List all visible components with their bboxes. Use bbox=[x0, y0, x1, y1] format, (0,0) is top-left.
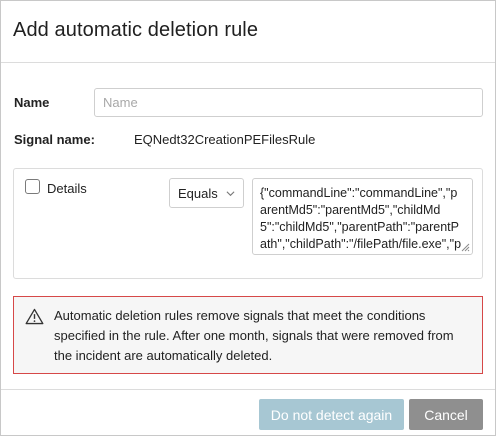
condition-box: Details Equals {"commandLine":"commandLi… bbox=[13, 168, 483, 279]
name-label: Name bbox=[14, 95, 50, 110]
details-checkbox[interactable] bbox=[25, 179, 40, 194]
operator-value: Equals bbox=[178, 185, 218, 201]
condition-value-textarea[interactable]: {"commandLine":"commandLine","parentMd5"… bbox=[252, 178, 473, 255]
chevron-down-icon bbox=[226, 191, 235, 197]
resize-grip-icon[interactable] bbox=[460, 242, 470, 252]
do-not-detect-again-button[interactable]: Do not detect again bbox=[259, 399, 404, 430]
name-row: Name bbox=[14, 88, 484, 118]
name-input[interactable] bbox=[94, 88, 483, 117]
details-label[interactable]: Details bbox=[47, 181, 87, 196]
add-deletion-rule-dialog: Add automatic deletion rule Name Signal … bbox=[0, 0, 496, 436]
dialog-title: Add automatic deletion rule bbox=[13, 19, 259, 41]
operator-select[interactable]: Equals bbox=[169, 178, 244, 208]
signal-name-label: Signal name: bbox=[14, 132, 95, 147]
dialog-header: Add automatic deletion rule bbox=[1, 1, 495, 63]
condition-value-text: {"commandLine":"commandLine","parentMd5"… bbox=[260, 186, 462, 251]
signal-name-value: EQNedt32CreationPEFilesRule bbox=[134, 132, 316, 147]
cancel-button[interactable]: Cancel bbox=[409, 399, 483, 430]
warning-banner: Automatic deletion rules remove signals … bbox=[13, 296, 483, 374]
dialog-footer: Do not detect again Cancel bbox=[1, 389, 495, 435]
warning-text: Automatic deletion rules remove signals … bbox=[54, 308, 454, 363]
warning-triangle-icon bbox=[25, 308, 44, 325]
signal-row: Signal name: EQNedt32CreationPEFilesRule bbox=[14, 132, 484, 150]
